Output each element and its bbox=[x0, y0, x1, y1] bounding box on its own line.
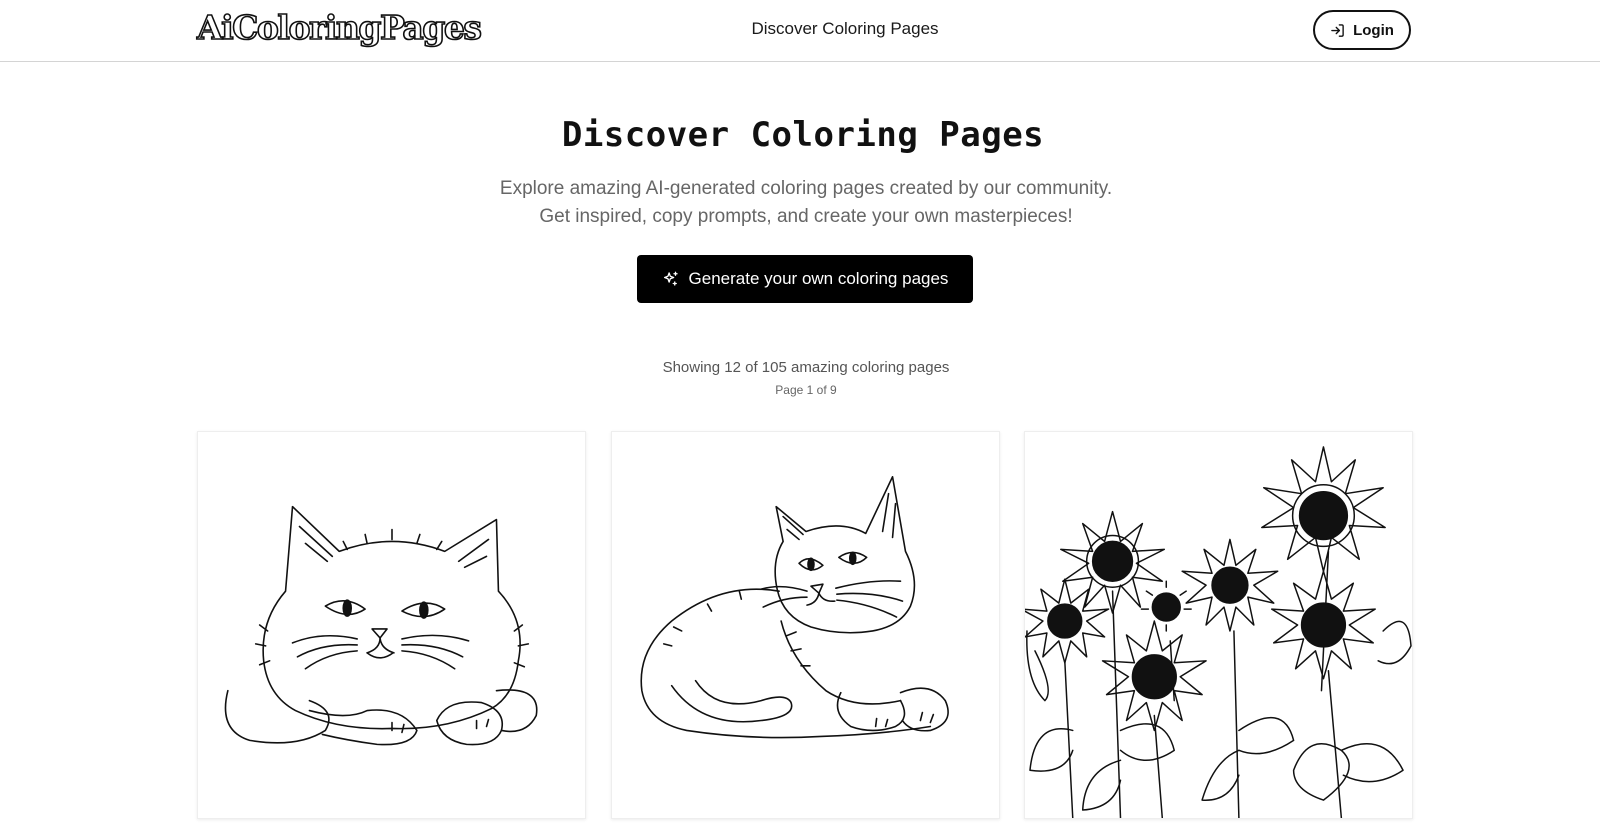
page-subtitle: Explore amazing AI-generated coloring pa… bbox=[0, 175, 1600, 231]
fluffy-cat-image bbox=[224, 505, 538, 746]
lying-cat-image bbox=[640, 475, 949, 739]
coloring-page-card[interactable] bbox=[197, 431, 586, 819]
coloring-page-card[interactable] bbox=[611, 431, 1000, 819]
login-icon bbox=[1331, 23, 1344, 37]
sparkles-icon bbox=[663, 271, 678, 286]
page-indicator: Page 1 of 9 bbox=[775, 383, 837, 397]
sunflowers-image bbox=[1025, 446, 1412, 818]
site-header: AiColoringPages Discover Coloring Pages … bbox=[0, 0, 1600, 62]
subtitle-line-1: Explore amazing AI-generated coloring pa… bbox=[499, 178, 1113, 199]
subtitle-line-2: Get inspired, copy prompts, and create y… bbox=[539, 206, 1073, 227]
site-logo[interactable]: AiColoringPages bbox=[196, 7, 483, 48]
nav-link-discover[interactable]: Discover Coloring Pages bbox=[661, 19, 938, 38]
generate-button-label: Generate your own coloring pages bbox=[688, 269, 949, 288]
page-title: Discover Coloring Pages bbox=[561, 115, 1045, 155]
results-count: Showing 12 of 105 amazing coloring pages bbox=[662, 359, 950, 376]
generate-coloring-pages-button[interactable]: Generate your own coloring pages bbox=[637, 255, 973, 303]
coloring-page-card[interactable] bbox=[1024, 431, 1413, 819]
login-button[interactable]: Login bbox=[1313, 10, 1411, 50]
login-label: Login bbox=[1353, 21, 1394, 39]
